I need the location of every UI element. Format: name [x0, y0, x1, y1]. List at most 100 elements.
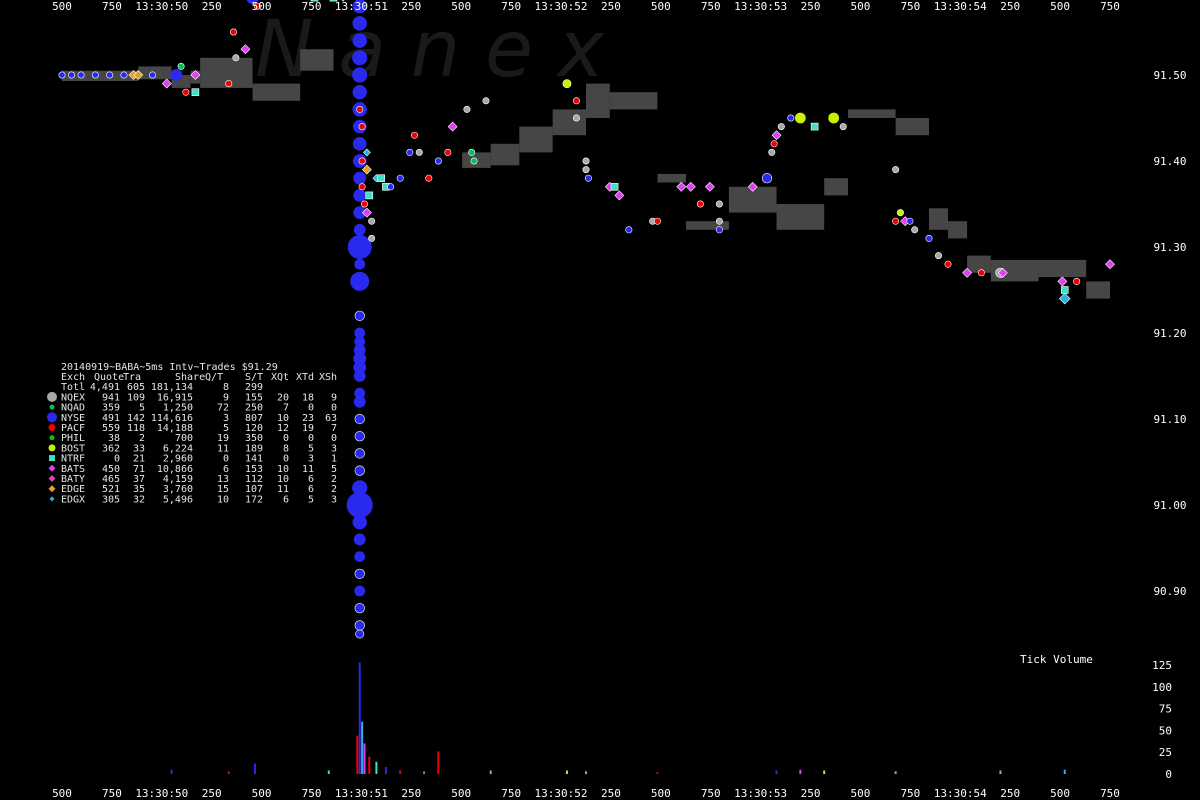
legend-marker	[49, 455, 55, 462]
time-axis-top: 500 750 13:30:50 250 500 750 13:30:51 250 500 750…	[52, 0, 1120, 13]
nbbo-band-segment	[300, 49, 334, 71]
trade-bost	[794, 112, 806, 124]
legend-marker	[47, 391, 57, 402]
time-tick-label: 750	[1100, 787, 1120, 800]
volume-bar	[823, 770, 826, 774]
time-tick-label: 500	[451, 0, 471, 13]
time-tick-label: 250	[601, 787, 621, 800]
nbbo-band-segment	[657, 173, 687, 183]
volume-bar	[437, 751, 440, 774]
time-tick-label: 13:30:54	[934, 787, 987, 800]
volume-bar	[894, 771, 897, 774]
volume-bar	[358, 662, 361, 774]
legend-header: XSh	[319, 372, 337, 383]
trade-pacf	[944, 260, 952, 268]
price-tick-label: 91.40	[1153, 155, 1186, 168]
legend-header: Q/T	[205, 372, 223, 383]
time-tick-label: 500	[851, 0, 871, 13]
trade-nyse	[352, 514, 367, 530]
nbbo-band-segment	[519, 126, 553, 153]
volume-bar	[368, 756, 371, 774]
legend-cell: 5	[308, 494, 314, 505]
trade-nyse	[58, 71, 66, 79]
trade-nyse	[354, 603, 365, 614]
trade-pacf	[444, 148, 452, 156]
trade-nqad	[470, 157, 478, 165]
trade-nqex	[935, 252, 943, 260]
nbbo-band-segment	[490, 143, 520, 166]
trade-pacf	[977, 269, 985, 277]
trade-nyse	[106, 71, 114, 79]
time-tick-label: 250	[401, 787, 421, 800]
time-tick-label: 500	[52, 0, 72, 13]
trade-nyse	[352, 67, 368, 83]
time-tick-label: 750	[900, 787, 920, 800]
nbbo-band-segment	[776, 204, 825, 230]
trade-nqex	[463, 105, 471, 113]
trade-nyse	[353, 533, 366, 546]
legend-marker	[49, 435, 55, 441]
time-tick-label: 500	[651, 0, 671, 13]
trade-pacf	[572, 97, 580, 105]
trade-nqex	[768, 148, 776, 156]
volume-bar	[384, 767, 387, 774]
volume-bar	[423, 771, 426, 774]
trade-nyse	[91, 71, 99, 79]
nbbo-band-segment	[967, 255, 991, 273]
time-tick-label: 750	[302, 0, 322, 13]
trade-nqex	[582, 157, 590, 165]
trade-nyse	[396, 174, 404, 182]
legend-marker	[48, 424, 56, 431]
volume-bar	[585, 771, 587, 774]
nbbo-band-segment	[928, 208, 949, 230]
time-tick-label: 750	[102, 787, 122, 800]
volume-bar	[375, 761, 378, 774]
trade-nqex	[715, 200, 723, 208]
trade-pacf	[356, 105, 364, 113]
volume-tick-label: 100	[1152, 681, 1172, 694]
volume-bar	[253, 763, 256, 774]
trade-nyse	[354, 568, 365, 579]
trade-nqex	[482, 97, 490, 105]
volume-bar	[775, 770, 778, 774]
trade-pacf	[358, 123, 366, 131]
time-tick-label: 250	[801, 787, 821, 800]
time-tick-label: 500	[851, 787, 871, 800]
time-tick-label: 13:30:51	[335, 0, 388, 13]
volume-bar	[361, 721, 364, 774]
trade-nyse	[352, 84, 367, 100]
trade-nyse	[352, 33, 367, 48]
trade-nyse	[406, 148, 414, 156]
trade-nyse	[584, 174, 592, 182]
volume-bar	[170, 769, 173, 774]
trade-pacf	[182, 88, 190, 96]
trade-nyse	[354, 258, 366, 270]
nbbo-band-segment	[586, 83, 610, 118]
trade-pacf	[696, 200, 704, 208]
trade-ntrf	[810, 122, 819, 131]
volume-bar	[565, 770, 568, 774]
volume-bar	[363, 743, 366, 774]
legend-marker	[49, 404, 55, 410]
time-tick-label: 500	[1050, 787, 1070, 800]
time-tick-label: 750	[501, 0, 521, 13]
trade-nqex	[715, 217, 723, 225]
time-tick-label: 13:30:53	[734, 0, 787, 13]
legend-cell: 3	[331, 494, 337, 505]
price-tick-label: 91.20	[1153, 327, 1186, 340]
trade-nyse	[354, 620, 365, 631]
trade-nyse	[387, 183, 395, 191]
trade-nyse	[434, 157, 442, 165]
trade-bost	[828, 112, 840, 124]
trade-nyse	[352, 16, 367, 31]
volume-bar	[327, 770, 330, 774]
time-tick-label: 750	[701, 787, 721, 800]
trade-nyse	[354, 413, 365, 425]
trade-nqad	[177, 62, 185, 70]
nbbo-band-segment	[895, 118, 929, 136]
volume-bar	[356, 735, 359, 774]
time-tick-label: 13:30:50	[135, 787, 188, 800]
legend-exchange: EDGX	[61, 494, 85, 505]
time-tick-label: 250	[1000, 0, 1020, 13]
trade-nqex	[572, 114, 580, 122]
